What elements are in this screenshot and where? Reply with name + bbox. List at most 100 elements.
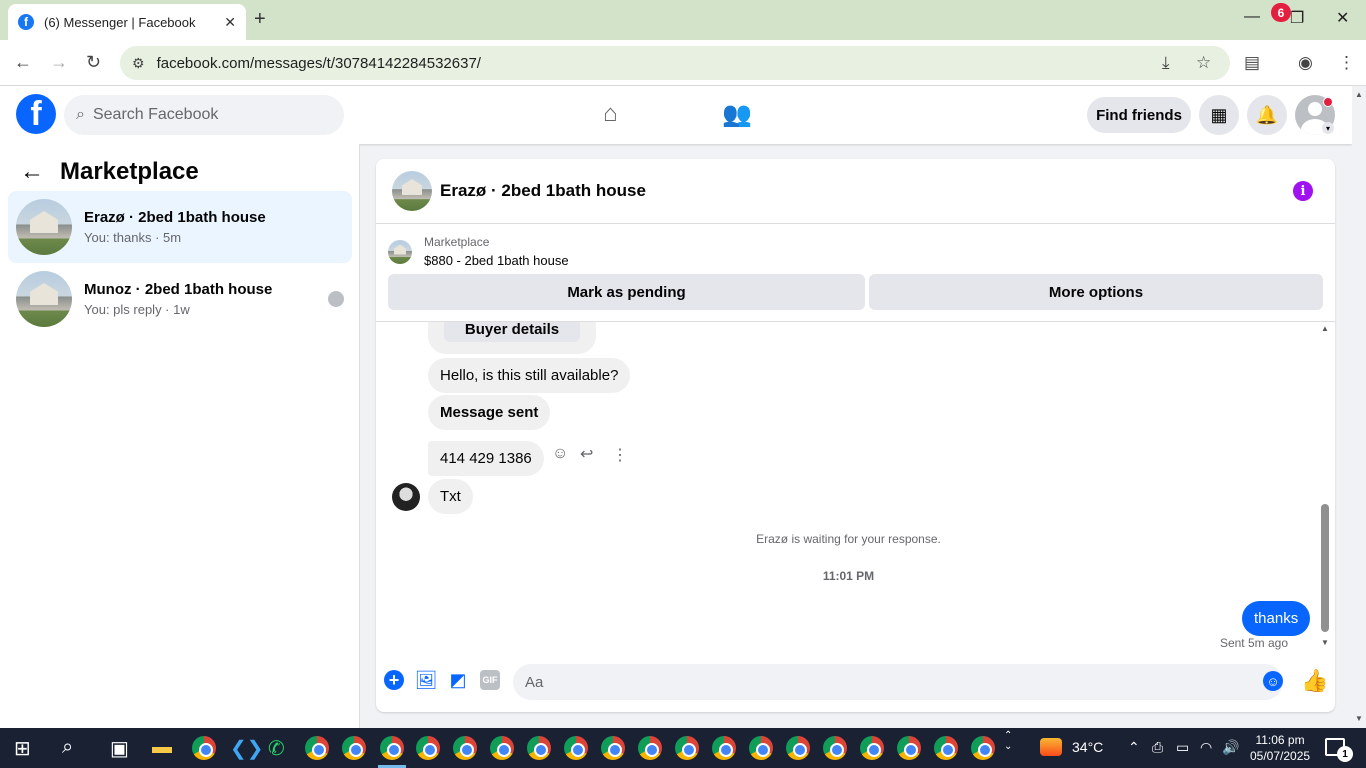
scrollbar-thumb[interactable] [1321,504,1329,632]
sticker-icon[interactable]: ◩ [448,670,468,690]
chrome-icon[interactable] [712,736,736,760]
search-box[interactable]: ⌕ [64,95,344,135]
message-bubble[interactable]: Txt [428,479,473,514]
listing-summary[interactable]: Marketplace $880 - 2bed 1bath house [388,235,569,268]
facebook-logo-icon[interactable]: f [16,94,56,134]
close-tab-icon[interactable]: ✕ [224,14,236,31]
search-input[interactable] [92,106,313,124]
more-actions-icon[interactable]: ⋮ [612,445,628,465]
chrome-icon[interactable] [786,736,810,760]
install-app-icon[interactable]: ⤓ [1162,53,1170,73]
file-explorer-icon[interactable]: ▬ [152,736,172,759]
chrome-icon[interactable] [490,736,514,760]
chrome-icon[interactable] [638,736,662,760]
browser-tab[interactable]: f (6) Messenger | Facebook ✕ [8,4,246,40]
chrome-icon[interactable] [971,736,995,760]
clock[interactable]: 11:06 pm 05/07/2025 [1250,732,1310,764]
new-tab-icon[interactable]: + [254,8,266,31]
chrome-icon[interactable] [342,736,366,760]
find-friends-button[interactable]: Find friends [1087,97,1191,133]
close-window-icon[interactable]: ✕ [1336,8,1349,28]
page-scroll-up-icon[interactable]: ▲ [1355,90,1363,99]
page-scrollbar[interactable]: ▲ ▼ [1352,86,1366,728]
sender-avatar[interactable] [392,483,420,511]
chrome-icon[interactable] [675,736,699,760]
conversation-item[interactable]: Erazø · 2bed 1bath house You: thanks · 5… [8,191,352,263]
message-list: Buyer details Hello, is this still avail… [376,321,1335,656]
chrome-icon[interactable] [416,736,440,760]
chat-title[interactable]: Erazø · 2bed 1bath house [440,181,646,201]
gif-icon[interactable]: GIF [480,670,500,690]
address-bar: ← → ↻ ⚙ facebook.com/messages/t/30784142… [0,40,1366,86]
message-bubble[interactable]: Hello, is this still available? [428,358,631,393]
listing-price: $880 - 2bed 1bath house [424,253,569,268]
tray-chevron-icon[interactable]: ⌃ [1128,739,1140,756]
chevron-down-icon[interactable]: ▾ [1322,122,1334,134]
buyer-details-button[interactable]: Buyer details [444,322,580,342]
home-icon[interactable]: ⌂ [603,100,618,128]
bookmark-star-icon[interactable]: ☆ [1196,53,1211,73]
timestamp: 11:01 PM [822,569,875,583]
reload-icon[interactable]: ↻ [86,52,101,73]
task-view-icon[interactable]: ▣ [110,736,129,761]
wifi-icon[interactable]: ◠ [1200,739,1212,756]
message-input[interactable] [513,664,1283,700]
page-scroll-down-icon[interactable]: ▼ [1355,714,1363,723]
volume-icon[interactable]: 🔊 [1222,739,1239,756]
chrome-icon[interactable] [601,736,625,760]
windows-taskbar: ⊞ ⌕ ▣ ▬ ❮❯ ✆ ⌃ ⌄ 34°C ⌃ ⎙ ▭ ◠ 🔊 11:06 pm … [0,728,1366,768]
site-info-icon[interactable]: ⚙ [132,55,145,72]
photo-icon[interactable]: 🖼 [415,670,438,690]
chrome-icon[interactable] [380,736,404,760]
weather-widget[interactable]: 34°C [1040,738,1103,756]
notification-center-icon[interactable]: 1 [1325,738,1353,762]
notifications-bell-icon[interactable]: 🔔 [1247,95,1287,135]
reply-icon[interactable]: ↩ [580,444,593,464]
chrome-icon[interactable] [192,736,216,760]
chrome-icon[interactable] [823,736,847,760]
conversation-name: Munoz · 2bed 1bath house [84,281,273,298]
chrome-icon[interactable] [453,736,477,760]
whatsapp-icon[interactable]: ✆ [268,736,285,761]
react-emoji-icon[interactable]: ☺ [552,445,568,463]
chrome-icon[interactable] [527,736,551,760]
mark-as-pending-button[interactable]: Mark as pending [388,274,865,310]
taskbar-scroll-icon[interactable]: ⌃ ⌄ [1004,730,1012,752]
friends-icon[interactable]: 👥 [722,100,752,129]
scroll-up-icon[interactable]: ▲ [1321,324,1329,333]
conversation-preview: You: thanks · 5m [84,230,182,245]
minimize-icon[interactable]: — [1244,8,1260,26]
chrome-icon[interactable] [564,736,588,760]
like-thumb-icon[interactable]: 👍 [1301,668,1328,694]
profile-icon[interactable]: ◉ [1298,53,1313,73]
back-icon[interactable]: ← [14,52,32,73]
message-bubble[interactable]: Message sent [428,395,551,430]
search-icon[interactable]: ⌕ [62,736,73,759]
chrome-icon[interactable] [934,736,958,760]
windows-start-icon[interactable]: ⊞ [14,736,31,761]
listing-label: Marketplace [424,235,490,249]
restore-icon[interactable]: ❐ [1290,8,1304,28]
message-bubble[interactable]: 414 429 1386 [428,441,544,476]
message-scrollbar[interactable]: ▲ ▼ [1321,324,1329,647]
chrome-icon[interactable] [305,736,329,760]
forward-icon[interactable]: → [50,52,68,73]
more-options-button[interactable]: More options [869,274,1323,310]
battery-icon[interactable]: ▭ [1176,739,1189,756]
meet-icon[interactable]: ⎙ [1152,739,1163,756]
add-plus-icon[interactable]: + [384,670,404,690]
url-field[interactable]: ⚙ facebook.com/messages/t/30784142284532… [120,46,1230,80]
conversation-item[interactable]: Munoz · 2bed 1bath house You: pls reply … [8,263,352,335]
info-icon[interactable]: i [1293,181,1313,201]
chrome-icon[interactable] [897,736,921,760]
vscode-icon[interactable]: ❮❯ [230,736,264,761]
back-arrow-icon[interactable]: ← [20,158,44,186]
emoji-icon[interactable]: ☺ [1263,671,1283,691]
menu-kebab-icon[interactable]: ⋮ [1338,53,1355,73]
reading-list-icon[interactable]: ▤ [1244,53,1260,73]
menu-grid-icon[interactable]: ▦ [1199,95,1239,135]
scroll-down-icon[interactable]: ▼ [1321,638,1329,647]
chrome-icon[interactable] [749,736,773,760]
chrome-icon[interactable] [860,736,884,760]
my-message-bubble[interactable]: thanks [1242,601,1311,636]
